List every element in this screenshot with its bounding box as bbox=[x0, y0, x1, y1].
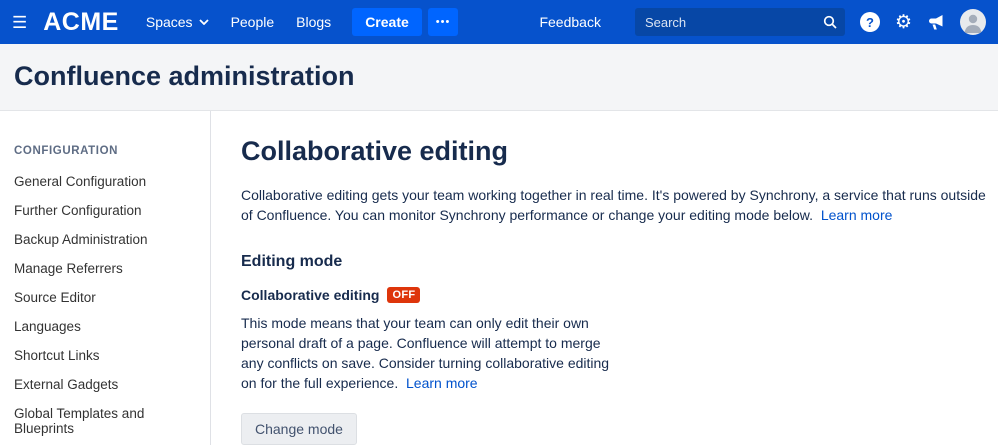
megaphone-icon[interactable] bbox=[927, 14, 945, 31]
mode-row: Collaborative editing OFF bbox=[241, 287, 986, 303]
sidebar-item-languages[interactable]: Languages bbox=[14, 312, 196, 341]
more-options-button[interactable]: ••• bbox=[427, 8, 459, 36]
change-mode-button[interactable]: Change mode bbox=[241, 413, 357, 445]
hamburger-menu-icon[interactable]: ☰ bbox=[12, 14, 27, 31]
feedback-link[interactable]: Feedback bbox=[539, 14, 600, 30]
sidebar-item-shortcut-links[interactable]: Shortcut Links bbox=[14, 341, 196, 370]
create-button[interactable]: Create bbox=[352, 8, 422, 36]
sidebar-section-title: CONFIGURATION bbox=[14, 145, 119, 157]
user-avatar[interactable] bbox=[960, 9, 986, 35]
mode-description-paragraph: This mode means that your team can only … bbox=[241, 313, 621, 393]
search-icon[interactable] bbox=[823, 15, 837, 34]
nav-item-spaces-label: Spaces bbox=[145, 14, 193, 30]
mode-learn-more-link[interactable]: Learn more bbox=[406, 375, 478, 391]
help-icon[interactable]: ? bbox=[859, 12, 880, 32]
intro-learn-more-link[interactable]: Learn more bbox=[821, 207, 893, 223]
mode-status-badge: OFF bbox=[387, 287, 421, 303]
chevron-down-icon bbox=[198, 19, 209, 25]
sidebar-item-source-editor[interactable]: Source Editor bbox=[14, 283, 196, 312]
gear-icon[interactable]: ⚙ bbox=[895, 13, 912, 32]
sidebar-item-backup-administration[interactable]: Backup Administration bbox=[14, 225, 196, 254]
nav-right-group: Feedback ? ⚙ bbox=[528, 8, 986, 36]
sidebar: CONFIGURATION General Configuration Furt… bbox=[0, 111, 211, 445]
nav-item-people[interactable]: People bbox=[231, 14, 275, 30]
sidebar-item-further-configuration[interactable]: Further Configuration bbox=[14, 196, 196, 225]
search-box bbox=[634, 8, 845, 36]
intro-paragraph: Collaborative editing gets your team wor… bbox=[241, 185, 986, 225]
app-root: ☰ ACME Spaces People Blogs Create ••• Fe… bbox=[0, 0, 998, 445]
sidebar-item-general-configuration[interactable]: General Configuration bbox=[14, 167, 196, 196]
editing-mode-heading: Editing mode bbox=[241, 253, 343, 270]
sidebar-item-manage-referrers[interactable]: Manage Referrers bbox=[14, 254, 196, 283]
page-title: Confluence administration bbox=[14, 61, 355, 91]
search-input[interactable] bbox=[634, 8, 845, 36]
content-area: CONFIGURATION General Configuration Furt… bbox=[0, 111, 998, 445]
nav-item-blogs[interactable]: Blogs bbox=[296, 14, 331, 30]
content-title: Collaborative editing bbox=[241, 136, 509, 166]
sidebar-item-global-templates-and-blueprints[interactable]: Global Templates and Blueprints bbox=[14, 399, 196, 443]
sidebar-item-external-gadgets[interactable]: External Gadgets bbox=[14, 370, 196, 399]
page-header: Confluence administration bbox=[0, 44, 998, 111]
top-nav: ☰ ACME Spaces People Blogs Create ••• Fe… bbox=[0, 0, 998, 44]
mode-label: Collaborative editing bbox=[241, 287, 380, 303]
main-content: Collaborative editing Collaborative edit… bbox=[211, 111, 998, 445]
nav-item-spaces[interactable]: Spaces bbox=[146, 14, 209, 30]
app-logo[interactable]: ACME bbox=[43, 8, 119, 37]
